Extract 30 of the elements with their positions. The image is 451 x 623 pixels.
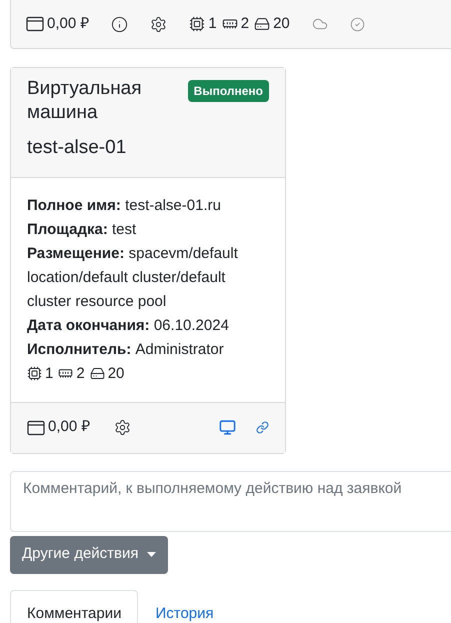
settings-icon[interactable]	[114, 419, 132, 436]
caret-icon	[146, 552, 156, 557]
price: 0,00 ₽	[47, 14, 90, 34]
comment-field[interactable]: Комментарий, к выполняемому действию над заявкой	[10, 470, 451, 532]
ram-amount: 2	[240, 14, 250, 34]
cloud-icon	[312, 16, 328, 32]
ram-amount: 2	[76, 364, 85, 384]
field-line: Площадка: test	[27, 220, 138, 240]
field-line: Дата окончания: 06.10.2024	[27, 316, 230, 336]
monitor-icon[interactable]	[219, 419, 236, 436]
link-icon[interactable]	[256, 421, 269, 434]
cpu-count: 1	[45, 364, 54, 384]
check-circle-icon	[350, 16, 365, 32]
vm-name: test-alse-01	[27, 136, 128, 160]
field-line: Полное имя: test-alse-01.ru	[27, 196, 222, 216]
field-line: Исполнитель: Administrator	[27, 340, 225, 360]
info-icon[interactable]	[111, 16, 128, 32]
cpu-icon	[189, 16, 206, 32]
settings-icon[interactable]	[150, 16, 168, 32]
other-actions-button[interactable]: Другие действия	[10, 536, 168, 574]
disk-size: 20	[108, 364, 124, 384]
card-title: Виртуальная машина	[27, 77, 143, 125]
price: 0,00 ₽	[48, 417, 90, 438]
status-badge: Выполнено	[188, 80, 269, 102]
field-line: Размещение: spacevm/default location/default cluster/default cluster resource pool	[27, 244, 239, 312]
cpu-count: 1	[208, 14, 217, 34]
disk-size: 20	[273, 14, 290, 34]
tab[interactable]: Комментарии	[10, 590, 138, 623]
tab[interactable]: История	[138, 590, 231, 623]
cpu-icon	[27, 366, 42, 381]
